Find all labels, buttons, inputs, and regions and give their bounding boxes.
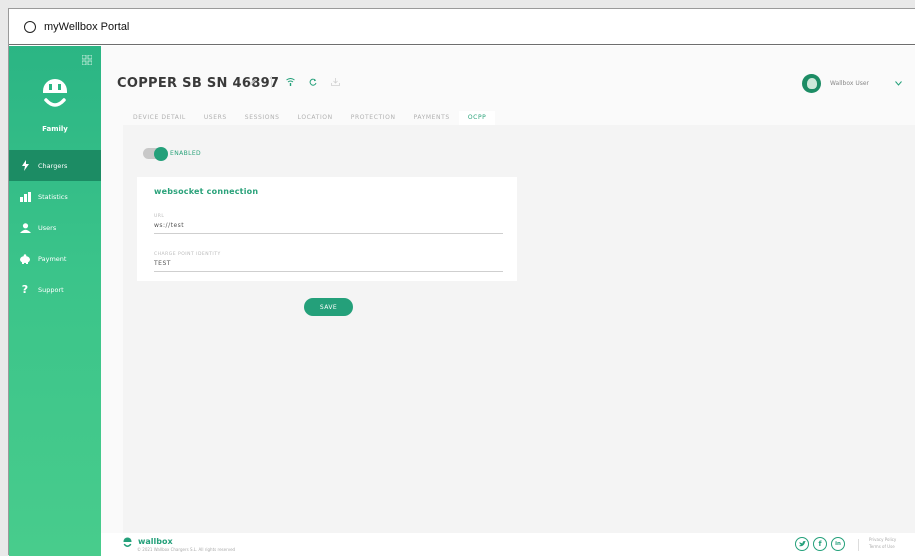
- identity-label: CHARGE POINT IDENTITY: [154, 252, 221, 257]
- edit-pencil-icon[interactable]: [249, 78, 257, 86]
- sidebar-item-label: Chargers: [38, 161, 68, 170]
- sidebar-item-users[interactable]: Users: [9, 212, 101, 243]
- footer-divider: [858, 539, 859, 551]
- apps-grid-icon[interactable]: [82, 55, 92, 65]
- lightning-icon: [18, 159, 32, 173]
- privacy-link[interactable]: Privacy Policy: [869, 537, 896, 544]
- account-group-label: Family: [42, 125, 68, 133]
- ocpp-enabled-toggle[interactable]: [143, 146, 168, 161]
- footer: wallbox © 2021 Wallbox Chargers S.L. All…: [101, 533, 915, 556]
- wallbox-plug-icon: [123, 537, 132, 547]
- toggle-label: ENABLED: [170, 150, 202, 157]
- sidebar-item-payment[interactable]: Payment: [9, 243, 101, 274]
- main-content: COPPER SB SN 46897 Wallbox User DEVICE D…: [101, 46, 915, 556]
- sidebar-item-statistics[interactable]: Statistics: [9, 181, 101, 212]
- header-divider: [271, 76, 272, 88]
- url-input[interactable]: ws://test: [154, 222, 503, 233]
- identity-input[interactable]: TEST: [154, 260, 503, 271]
- window-circle-icon: [24, 20, 36, 33]
- charge-point-identity-field[interactable]: CHARGE POINT IDENTITY TEST: [154, 252, 503, 272]
- download-icon[interactable]: [331, 78, 340, 86]
- question-icon: ?: [21, 283, 29, 296]
- ocpp-panel: ENABLED websocket connection URL ws://te…: [123, 125, 915, 533]
- user-menu[interactable]: Wallbox User: [802, 74, 902, 93]
- facebook-icon[interactable]: f: [813, 537, 827, 551]
- footer-copyright: © 2021 Wallbox Chargers S.L. All rights …: [137, 547, 236, 552]
- bar-chart-icon: [18, 190, 32, 204]
- sidebar-item-label: Support: [38, 285, 64, 294]
- card-title: websocket connection: [154, 187, 259, 196]
- tab-ocpp[interactable]: OCPP: [458, 111, 496, 125]
- sidebar-item-support[interactable]: ? Support: [9, 274, 101, 305]
- sidebar-item-label: Users: [38, 223, 57, 232]
- tab-payments[interactable]: PAYMENTS: [405, 111, 459, 125]
- user-name: Wallbox User: [830, 80, 869, 87]
- tab-protection[interactable]: PROTECTION: [342, 111, 405, 125]
- sidebar-item-label: Statistics: [38, 192, 68, 201]
- ocpp-enabled-row: ENABLED: [143, 146, 202, 161]
- social-links: f in: [795, 537, 845, 551]
- refresh-icon[interactable]: [309, 78, 317, 86]
- tab-sessions[interactable]: SESSIONS: [236, 111, 289, 125]
- user-icon: [18, 221, 32, 235]
- save-button[interactable]: SAVE: [304, 298, 353, 316]
- sidebar-item-chargers[interactable]: Chargers: [9, 150, 101, 181]
- linkedin-icon[interactable]: in: [831, 537, 845, 551]
- footer-links: Privacy Policy Terms of Use: [869, 537, 896, 550]
- terms-link[interactable]: Terms of Use: [869, 544, 896, 551]
- sidebar: Family Chargers Statistics Users Payment…: [9, 46, 101, 556]
- url-label: URL: [154, 214, 165, 219]
- chevron-down-icon[interactable]: [895, 81, 902, 86]
- websocket-card: websocket connection URL ws://test CHARG…: [137, 177, 517, 281]
- tab-users[interactable]: USERS: [195, 111, 236, 125]
- piggy-bank-icon: [18, 252, 32, 266]
- window-titlebar: myWellbox Portal: [9, 9, 915, 45]
- device-tabs: DEVICE DETAIL USERS SESSIONS LOCATION PR…: [124, 111, 496, 125]
- twitter-icon[interactable]: [795, 537, 809, 551]
- avatar: [802, 74, 821, 93]
- wallbox-plug-logo-icon: [43, 79, 67, 107]
- sidebar-item-label: Payment: [38, 254, 67, 263]
- url-field[interactable]: URL ws://test: [154, 214, 503, 234]
- footer-brand: wallbox: [138, 537, 173, 546]
- signal-icon: [286, 78, 295, 86]
- tab-location[interactable]: LOCATION: [289, 111, 342, 125]
- sidebar-nav: Chargers Statistics Users Payment ? Supp…: [9, 150, 101, 305]
- window-title: myWellbox Portal: [44, 20, 130, 33]
- header-actions: [249, 76, 340, 88]
- browser-window: myWellbox Portal Family Chargers Statist…: [8, 8, 915, 556]
- tab-device-detail[interactable]: DEVICE DETAIL: [124, 111, 195, 125]
